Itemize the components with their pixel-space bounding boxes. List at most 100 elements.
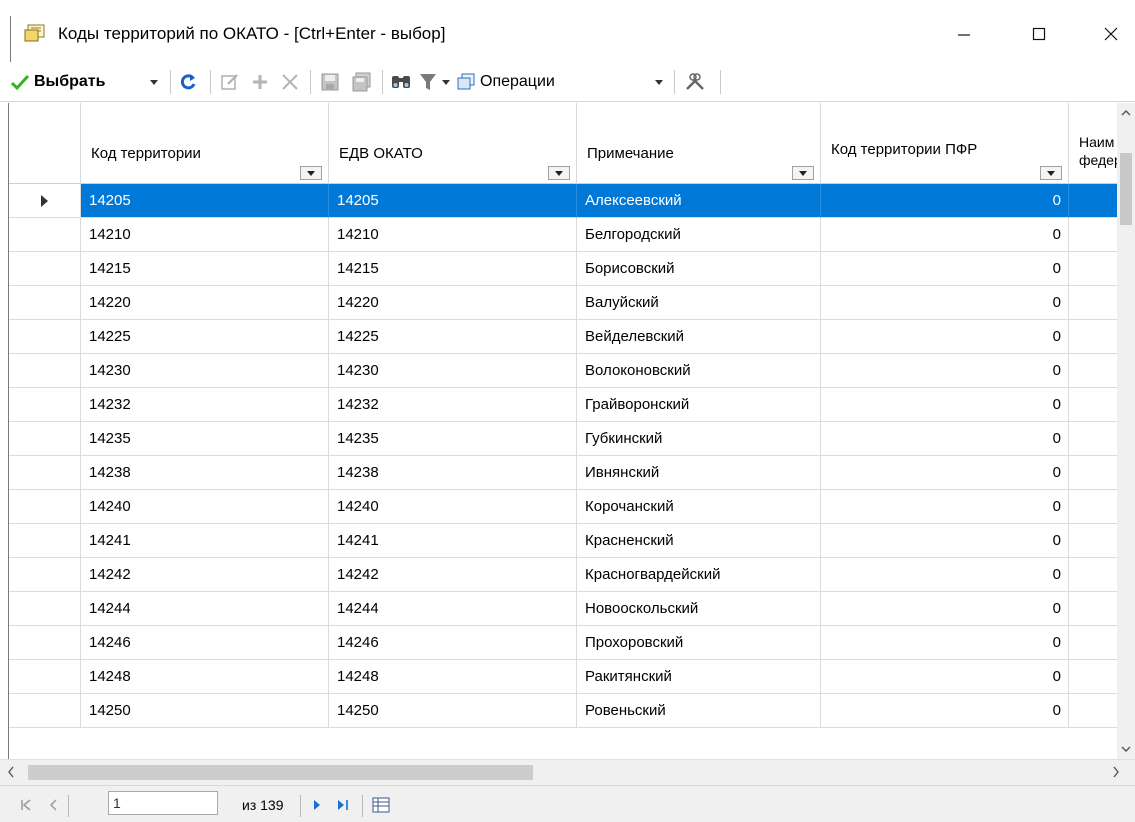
cell-note[interactable]: Борисовский — [577, 252, 821, 286]
column-filter-button[interactable] — [792, 166, 814, 180]
cell-code[interactable]: 14215 — [81, 252, 329, 286]
table-row[interactable]: 14235 14235 Губкинский 0 — [9, 422, 1121, 456]
cell-okato[interactable]: 14230 — [329, 354, 577, 388]
cell-okato[interactable]: 14225 — [329, 320, 577, 354]
maximize-button[interactable] — [1015, 14, 1063, 54]
cell-note[interactable]: Ровеньский — [577, 694, 821, 728]
column-header-okato[interactable]: ЕДВ ОКАТО — [329, 103, 577, 184]
cell-code[interactable]: 14220 — [81, 286, 329, 320]
cell-note[interactable]: Ракитянский — [577, 660, 821, 694]
column-header-name[interactable]: Наим федер — [1069, 103, 1121, 184]
filter-button[interactable] — [418, 67, 438, 97]
table-row[interactable]: 14225 14225 Вейделевский 0 — [9, 320, 1121, 354]
save-button[interactable] — [320, 67, 340, 97]
minimize-button[interactable] — [940, 14, 988, 54]
cell-code[interactable]: 14241 — [81, 524, 329, 558]
next-record-button[interactable] — [312, 794, 322, 816]
row-indicator[interactable] — [9, 286, 81, 320]
cell-name[interactable] — [1069, 184, 1121, 218]
row-indicator[interactable] — [9, 490, 81, 524]
cell-name[interactable] — [1069, 320, 1121, 354]
cell-pfr[interactable]: 0 — [821, 218, 1069, 252]
vertical-scrollbar[interactable] — [1117, 103, 1135, 759]
scrollbar-thumb[interactable] — [1120, 153, 1132, 225]
cell-pfr[interactable]: 0 — [821, 660, 1069, 694]
cell-pfr[interactable]: 0 — [821, 524, 1069, 558]
cell-code[interactable]: 14248 — [81, 660, 329, 694]
cell-pfr[interactable]: 0 — [821, 252, 1069, 286]
cell-note[interactable]: Ивнянский — [577, 456, 821, 490]
cell-name[interactable] — [1069, 592, 1121, 626]
find-button[interactable] — [390, 67, 412, 97]
row-indicator[interactable] — [9, 694, 81, 728]
cell-okato[interactable]: 14244 — [329, 592, 577, 626]
cell-name[interactable] — [1069, 354, 1121, 388]
cell-note[interactable]: Прохоровский — [577, 626, 821, 660]
cell-name[interactable] — [1069, 252, 1121, 286]
table-row[interactable]: 14244 14244 Новооскольский 0 — [9, 592, 1121, 626]
cell-name[interactable] — [1069, 456, 1121, 490]
cell-note[interactable]: Красненский — [577, 524, 821, 558]
edit-button[interactable] — [220, 67, 240, 97]
row-indicator[interactable] — [9, 422, 81, 456]
cell-name[interactable] — [1069, 218, 1121, 252]
record-position-input[interactable] — [108, 791, 218, 815]
cell-pfr[interactable]: 0 — [821, 558, 1069, 592]
cell-code[interactable]: 14225 — [81, 320, 329, 354]
cell-note[interactable]: Красногвардейский — [577, 558, 821, 592]
row-indicator[interactable] — [9, 218, 81, 252]
cell-okato[interactable]: 14246 — [329, 626, 577, 660]
row-indicator[interactable] — [9, 184, 81, 218]
cell-note[interactable]: Алексеевский — [577, 184, 821, 218]
cell-pfr[interactable]: 0 — [821, 320, 1069, 354]
cell-name[interactable] — [1069, 422, 1121, 456]
row-indicator[interactable] — [9, 252, 81, 286]
row-indicator[interactable] — [9, 320, 81, 354]
cell-pfr[interactable]: 0 — [821, 422, 1069, 456]
refresh-button[interactable] — [178, 67, 198, 97]
prev-record-button[interactable] — [48, 794, 58, 816]
table-row[interactable]: 14241 14241 Красненский 0 — [9, 524, 1121, 558]
cell-okato[interactable]: 14241 — [329, 524, 577, 558]
table-row[interactable]: 14242 14242 Красногвардейский 0 — [9, 558, 1121, 592]
row-indicator[interactable] — [9, 388, 81, 422]
cell-code[interactable]: 14232 — [81, 388, 329, 422]
horizontal-scrollbar[interactable] — [0, 759, 1135, 785]
row-indicator[interactable] — [9, 456, 81, 490]
last-record-button[interactable] — [336, 794, 350, 816]
table-row[interactable]: 14205 14205 Алексеевский 0 — [9, 184, 1121, 218]
select-dropdown[interactable] — [150, 67, 158, 97]
cell-name[interactable] — [1069, 286, 1121, 320]
table-row[interactable]: 14240 14240 Корочанский 0 — [9, 490, 1121, 524]
cell-pfr[interactable]: 0 — [821, 388, 1069, 422]
column-filter-button[interactable] — [1040, 166, 1062, 180]
table-row[interactable]: 14248 14248 Ракитянский 0 — [9, 660, 1121, 694]
cell-code[interactable]: 14240 — [81, 490, 329, 524]
cell-code[interactable]: 14242 — [81, 558, 329, 592]
cell-code[interactable]: 14238 — [81, 456, 329, 490]
scroll-right-icon[interactable] — [1111, 765, 1121, 779]
column-header-pfr[interactable]: Код территории ПФР — [821, 103, 1069, 184]
cell-name[interactable] — [1069, 558, 1121, 592]
row-indicator[interactable] — [9, 558, 81, 592]
record-position[interactable] — [108, 791, 218, 815]
cell-name[interactable] — [1069, 694, 1121, 728]
table-row[interactable]: 14246 14246 Прохоровский 0 — [9, 626, 1121, 660]
tools-button[interactable] — [684, 67, 706, 97]
cell-note[interactable]: Волоконовский — [577, 354, 821, 388]
cell-pfr[interactable]: 0 — [821, 490, 1069, 524]
cell-pfr[interactable]: 0 — [821, 456, 1069, 490]
cell-pfr[interactable]: 0 — [821, 184, 1069, 218]
operations-button[interactable]: Операции — [456, 67, 555, 97]
cell-code[interactable]: 14244 — [81, 592, 329, 626]
cell-note[interactable]: Грайворонский — [577, 388, 821, 422]
cell-code[interactable]: 14235 — [81, 422, 329, 456]
cell-code[interactable]: 14205 — [81, 184, 329, 218]
cell-okato[interactable]: 14238 — [329, 456, 577, 490]
delete-button[interactable] — [280, 67, 300, 97]
operations-dropdown[interactable] — [655, 67, 663, 97]
scrollbar-thumb[interactable] — [28, 765, 533, 780]
row-indicator[interactable] — [9, 592, 81, 626]
cell-name[interactable] — [1069, 490, 1121, 524]
first-record-button[interactable] — [20, 794, 32, 816]
